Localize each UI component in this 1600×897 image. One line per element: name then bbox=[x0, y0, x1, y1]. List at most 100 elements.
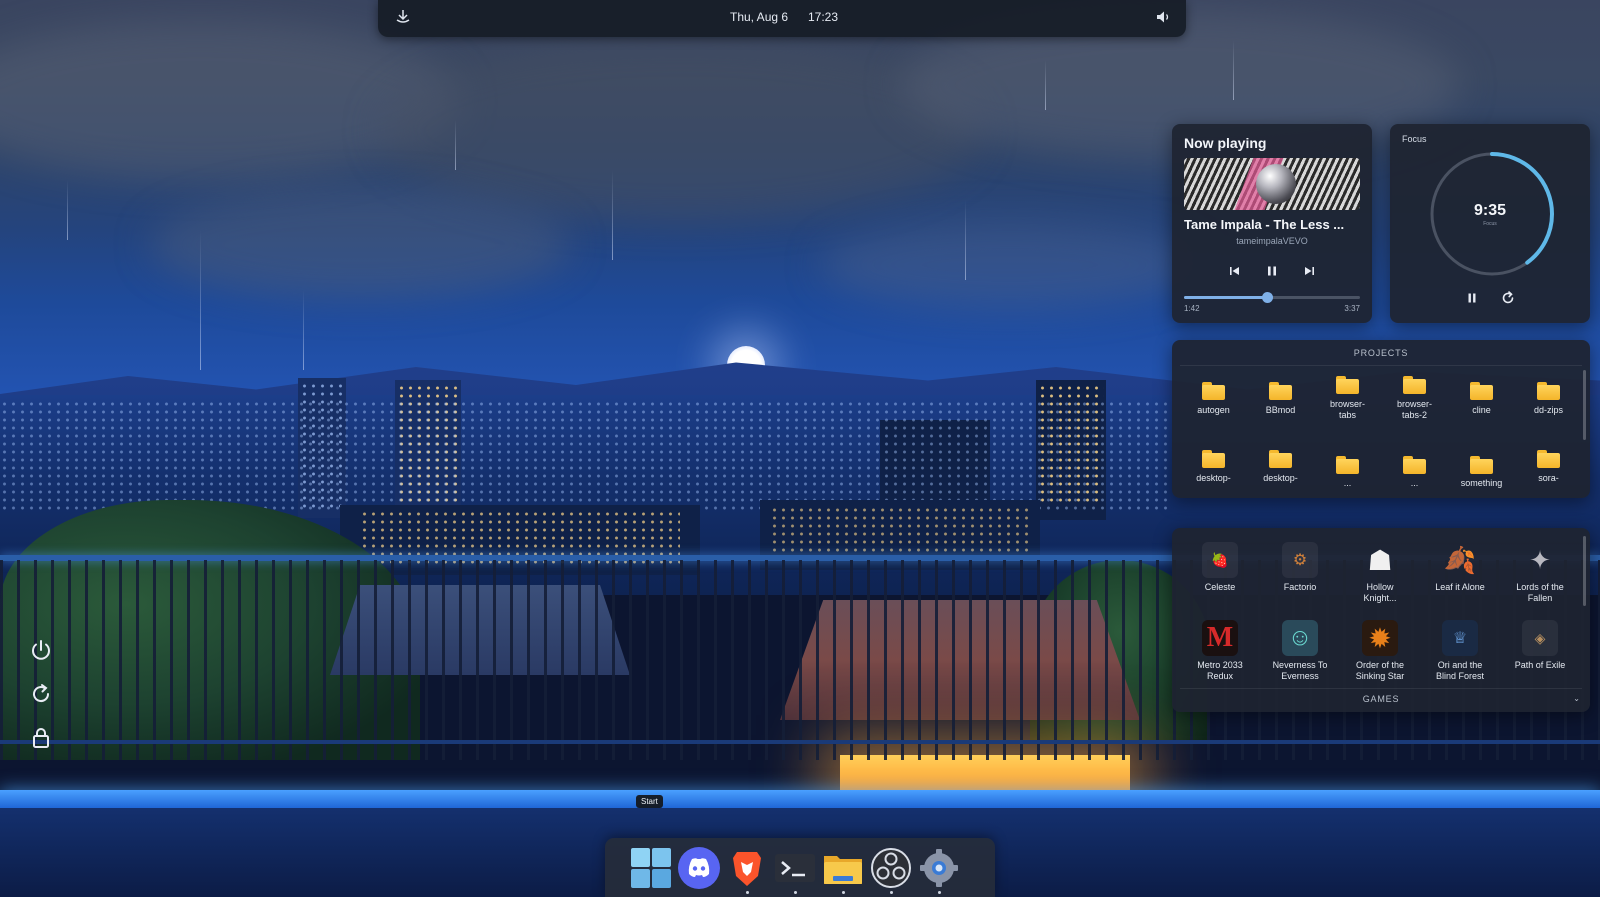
lords-fallen-glyph: ✦ bbox=[1529, 544, 1551, 575]
playback-progress-bar[interactable] bbox=[1184, 292, 1360, 303]
rain-streak bbox=[200, 230, 201, 370]
lords-fallen-icon: ✦ bbox=[1522, 542, 1558, 578]
start-tooltip: Start bbox=[636, 795, 663, 808]
factorio-glyph: ⚙ bbox=[1292, 552, 1308, 569]
rain-streak bbox=[67, 180, 68, 240]
game-label: Factorio bbox=[1283, 582, 1317, 592]
game-label: Lords of the Fallen bbox=[1516, 582, 1564, 603]
rain-streak bbox=[612, 170, 613, 260]
brave-icon[interactable] bbox=[725, 846, 769, 894]
reset-icon[interactable] bbox=[1500, 290, 1516, 306]
project-folder[interactable]: BBmod bbox=[1247, 372, 1314, 434]
lock-icon[interactable] bbox=[28, 725, 54, 751]
album-art-sphere bbox=[1256, 164, 1296, 204]
project-folder[interactable]: browser- tabs bbox=[1314, 372, 1381, 434]
top-bar: Thu, Aug 6 17:23 bbox=[378, 0, 1186, 37]
file-explorer-icon-svg bbox=[824, 856, 862, 884]
project-folder[interactable]: browser- tabs-2 bbox=[1381, 372, 1448, 434]
speaker-icon[interactable] bbox=[1154, 8, 1172, 26]
terminal-icon[interactable] bbox=[773, 846, 817, 894]
project-folder[interactable]: autogen bbox=[1180, 372, 1247, 434]
game-label: Hollow Knight... bbox=[1363, 582, 1397, 603]
terminal-icon-svg bbox=[775, 854, 815, 882]
project-label: desktop- bbox=[1263, 473, 1298, 483]
game-tile[interactable]: ☺ Neverness To Everness bbox=[1260, 616, 1340, 688]
settings-icon[interactable] bbox=[917, 846, 961, 894]
building-lights bbox=[0, 400, 1170, 510]
start-button[interactable] bbox=[629, 846, 673, 890]
path-exile-icon: ◈ bbox=[1522, 620, 1558, 656]
restart-icon[interactable] bbox=[28, 681, 54, 707]
game-tile[interactable]: ✦ Lords of the Fallen bbox=[1500, 538, 1580, 610]
game-tile[interactable]: ☗ Hollow Knight... bbox=[1340, 538, 1420, 610]
focus-timer-widget: Focus 9:35 Focus bbox=[1390, 124, 1590, 323]
running-indicator bbox=[794, 891, 797, 894]
clock-label[interactable]: 17:23 bbox=[808, 10, 838, 24]
folder-icon bbox=[1269, 450, 1292, 468]
order-star-glyph: ✹ bbox=[1368, 622, 1392, 654]
running-indicator bbox=[842, 891, 845, 894]
hollow-knight-glyph: ☗ bbox=[1367, 544, 1393, 576]
game-tile[interactable]: ⚙ Factorio bbox=[1260, 538, 1340, 610]
pause-icon[interactable] bbox=[1464, 290, 1480, 306]
file-explorer-icon[interactable] bbox=[821, 846, 865, 894]
rain-streak bbox=[303, 290, 304, 370]
folder-icon bbox=[1202, 450, 1225, 468]
discord-icon[interactable] bbox=[677, 846, 721, 890]
obs-icon[interactable] bbox=[869, 846, 913, 894]
power-icon[interactable] bbox=[28, 637, 54, 663]
pause-icon[interactable] bbox=[1264, 263, 1280, 279]
game-tile[interactable]: ♕ Ori and the Blind Forest bbox=[1420, 616, 1500, 688]
project-folder[interactable]: dd-zips bbox=[1515, 372, 1582, 434]
building-lights bbox=[770, 506, 1030, 561]
date-label[interactable]: Thu, Aug 6 bbox=[730, 10, 788, 24]
running-indicator bbox=[938, 891, 941, 894]
project-label: ... bbox=[1410, 478, 1419, 488]
focus-time: 9:35 bbox=[1473, 202, 1507, 219]
projects-widget: PROJECTS autogen BBmod browser- tabs bro… bbox=[1172, 340, 1590, 498]
game-tile[interactable]: 🍂 Leaf it Alone bbox=[1420, 538, 1500, 610]
game-label: Order of the Sinking Star bbox=[1355, 660, 1405, 681]
song-artist: tameimpalaVEVO bbox=[1236, 236, 1308, 246]
previous-icon[interactable] bbox=[1227, 263, 1243, 279]
projects-header: PROJECTS bbox=[1353, 348, 1409, 358]
project-folder[interactable]: desktop- bbox=[1180, 440, 1247, 498]
game-label: Ori and the Blind Forest bbox=[1435, 660, 1485, 681]
game-tile[interactable]: 🍓 Celeste bbox=[1180, 538, 1260, 610]
rain-streak bbox=[1233, 40, 1234, 100]
project-folder[interactable]: ... bbox=[1381, 440, 1448, 498]
window-glow bbox=[840, 755, 1130, 795]
next-icon[interactable] bbox=[1301, 263, 1317, 279]
project-folder[interactable]: desktop- bbox=[1247, 440, 1314, 498]
metro-glyph: M bbox=[1206, 622, 1234, 653]
games-scrollbar[interactable] bbox=[1583, 536, 1586, 606]
pause-icon-svg bbox=[1268, 266, 1276, 276]
path-exile-glyph: ◈ bbox=[1534, 629, 1546, 646]
project-folder[interactable]: sora- bbox=[1515, 440, 1582, 498]
folder-icon bbox=[1403, 456, 1426, 474]
now-playing-title: Now playing bbox=[1184, 135, 1267, 151]
speaker-icon-svg bbox=[1157, 11, 1169, 23]
divider bbox=[1180, 688, 1582, 689]
folder-icon bbox=[1470, 456, 1493, 474]
game-label: Leaf it Alone bbox=[1435, 582, 1485, 592]
game-tile[interactable]: ◈ Path of Exile bbox=[1500, 616, 1580, 688]
folder-icon bbox=[1336, 456, 1359, 474]
leaf-icon: 🍂 bbox=[1442, 542, 1478, 578]
project-folder[interactable]: ... bbox=[1314, 440, 1381, 498]
project-folder[interactable]: cline bbox=[1448, 372, 1515, 434]
previous-icon-svg bbox=[1230, 267, 1239, 275]
celeste-glyph: 🍓 bbox=[1211, 551, 1229, 568]
projects-scrollbar[interactable] bbox=[1583, 370, 1586, 440]
brave-icon-svg bbox=[733, 852, 761, 886]
project-label: browser- tabs bbox=[1329, 399, 1365, 420]
album-art[interactable] bbox=[1184, 158, 1360, 210]
tray-icon[interactable] bbox=[394, 8, 412, 26]
game-tile[interactable]: ✹ Order of the Sinking Star bbox=[1340, 616, 1420, 688]
playback-progress-handle[interactable] bbox=[1261, 292, 1273, 303]
elapsed-time: 1:42 bbox=[1184, 304, 1200, 313]
game-tile[interactable]: M Metro 2033 Redux bbox=[1180, 616, 1260, 688]
expand-icon[interactable]: ⌄ bbox=[1573, 694, 1580, 703]
projects-grid: autogen BBmod browser- tabs browser- tab… bbox=[1180, 372, 1580, 498]
project-folder[interactable]: something bbox=[1448, 440, 1515, 498]
